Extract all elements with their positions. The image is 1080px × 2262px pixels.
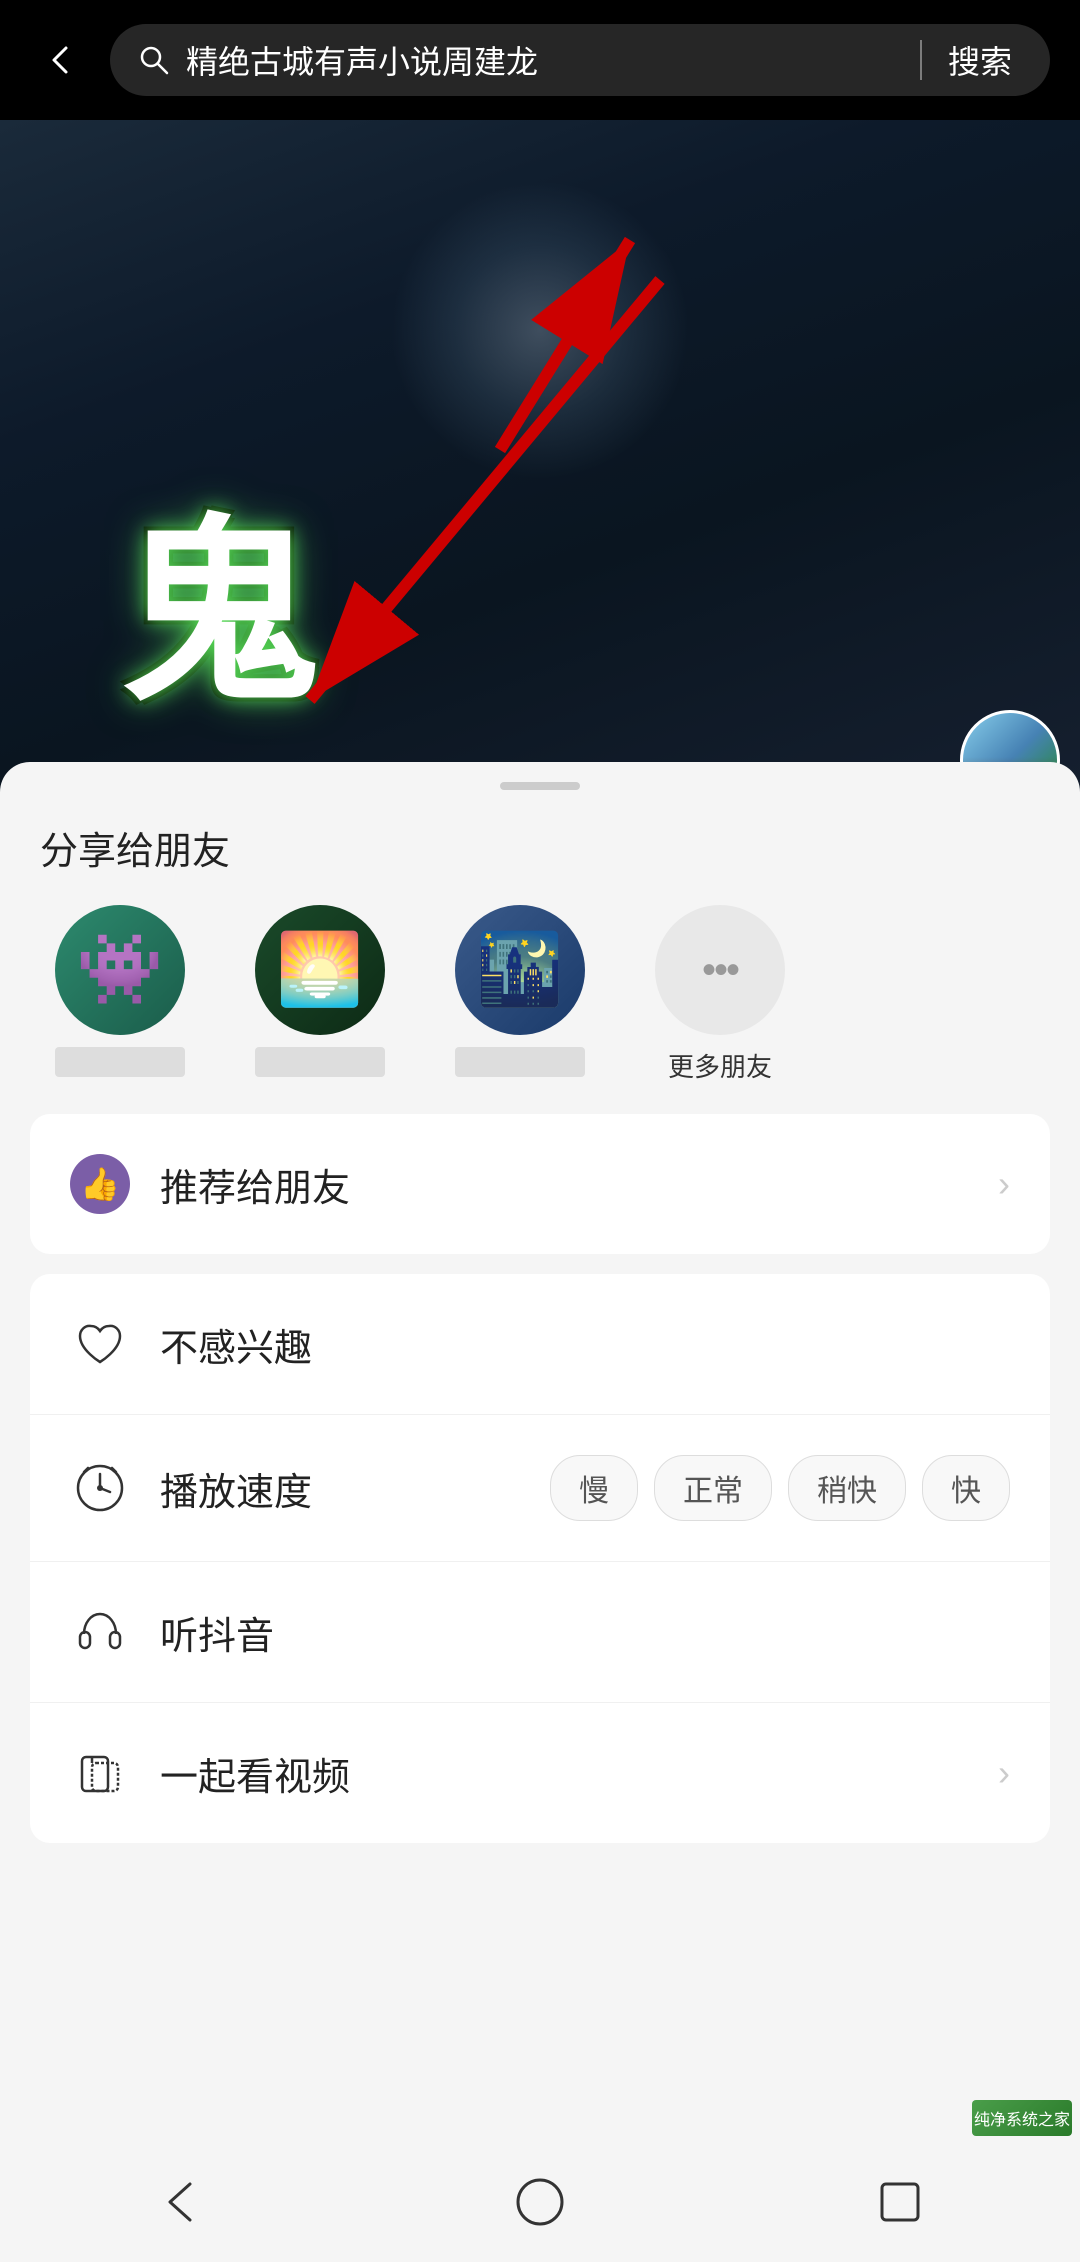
friend-item-more[interactable]: ••• 更多朋友: [630, 905, 810, 1084]
nav-recent-button[interactable]: [860, 2162, 940, 2242]
sheet-handle: [500, 782, 580, 790]
heart-outline-icon: [70, 1314, 130, 1374]
friend-avatar-more: •••: [655, 905, 785, 1035]
friends-row: ••• 更多朋友: [0, 905, 1080, 1084]
friend-item-1[interactable]: [30, 905, 210, 1084]
search-input-wrap[interactable]: 精绝古城有声小说周建龙 搜索: [110, 24, 1050, 96]
sheet-title: 分享给朋友: [0, 820, 1080, 875]
bottom-sheet: 分享给朋友 ••• 更多朋友 👍 推荐给朋友 ›: [0, 762, 1080, 2262]
watermark-text: 纯净系统之家: [974, 2106, 1070, 2130]
watch-together-icon: [70, 1743, 130, 1803]
friend-item-3[interactable]: [430, 905, 610, 1084]
nav-home-button[interactable]: [500, 2162, 580, 2242]
friend-item-2[interactable]: [230, 905, 410, 1084]
friend-avatar-3: [455, 905, 585, 1035]
more-friends-label: 更多朋友: [655, 1047, 785, 1084]
listen-douyin-menu-item[interactable]: 听抖音: [30, 1561, 1050, 1702]
speed-slow[interactable]: 慢: [550, 1455, 638, 1521]
friend-avatar-2: [255, 905, 385, 1035]
nav-back-button[interactable]: [140, 2162, 220, 2242]
speed-fast[interactable]: 快: [922, 1455, 1010, 1521]
friend-name-2: [255, 1047, 385, 1077]
watermark: 纯净系统之家: [972, 2100, 1072, 2136]
watch-together-arrow-icon: ›: [998, 1752, 1010, 1794]
recommend-icon: 👍: [70, 1154, 130, 1214]
playback-speed-icon: [70, 1458, 130, 1518]
recommend-arrow-icon: ›: [998, 1163, 1010, 1205]
listen-douyin-label: 听抖音: [160, 1605, 1010, 1660]
search-icon: [138, 44, 170, 76]
not-interested-label: 不感兴趣: [160, 1317, 1010, 1372]
not-interested-menu-item[interactable]: 不感兴趣: [30, 1274, 1050, 1414]
search-button[interactable]: 搜索: [938, 37, 1022, 83]
search-divider: [920, 40, 922, 80]
watch-together-label: 一起看视频: [160, 1746, 968, 1801]
friend-name-1: [55, 1047, 185, 1077]
headphone-icon: [70, 1602, 130, 1662]
video-area: 鬼: [0, 0, 1080, 820]
search-bar: 精绝古城有声小说周建龙 搜索: [0, 0, 1080, 120]
speed-slightly-fast[interactable]: 稍快: [788, 1455, 906, 1521]
friend-avatar-1: [55, 905, 185, 1035]
recommend-label: 推荐给朋友: [160, 1157, 968, 1212]
speed-normal[interactable]: 正常: [654, 1455, 772, 1521]
ghost-character: 鬼: [120, 450, 320, 740]
thumbs-up-icon: 👍: [80, 1165, 120, 1203]
recommend-menu-item[interactable]: 👍 推荐给朋友 ›: [30, 1114, 1050, 1254]
navigation-bar: [0, 2142, 1080, 2262]
watch-together-menu-item[interactable]: 一起看视频 ›: [30, 1702, 1050, 1843]
speed-options: 慢 正常 稍快 快: [550, 1455, 1010, 1521]
friend-name-3: [455, 1047, 585, 1077]
recommend-section: 👍 推荐给朋友 ›: [30, 1114, 1050, 1254]
search-query-text: 精绝古城有声小说周建龙: [186, 37, 904, 83]
actions-section: 不感兴趣 播放速度 慢 正常 稍快 快: [30, 1274, 1050, 1843]
video-background: 鬼: [0, 120, 1080, 820]
playback-speed-menu-item[interactable]: 播放速度 慢 正常 稍快 快: [30, 1414, 1050, 1561]
back-button[interactable]: [30, 30, 90, 90]
more-dots-icon: •••: [702, 948, 738, 993]
playback-speed-label: 播放速度: [160, 1461, 520, 1516]
